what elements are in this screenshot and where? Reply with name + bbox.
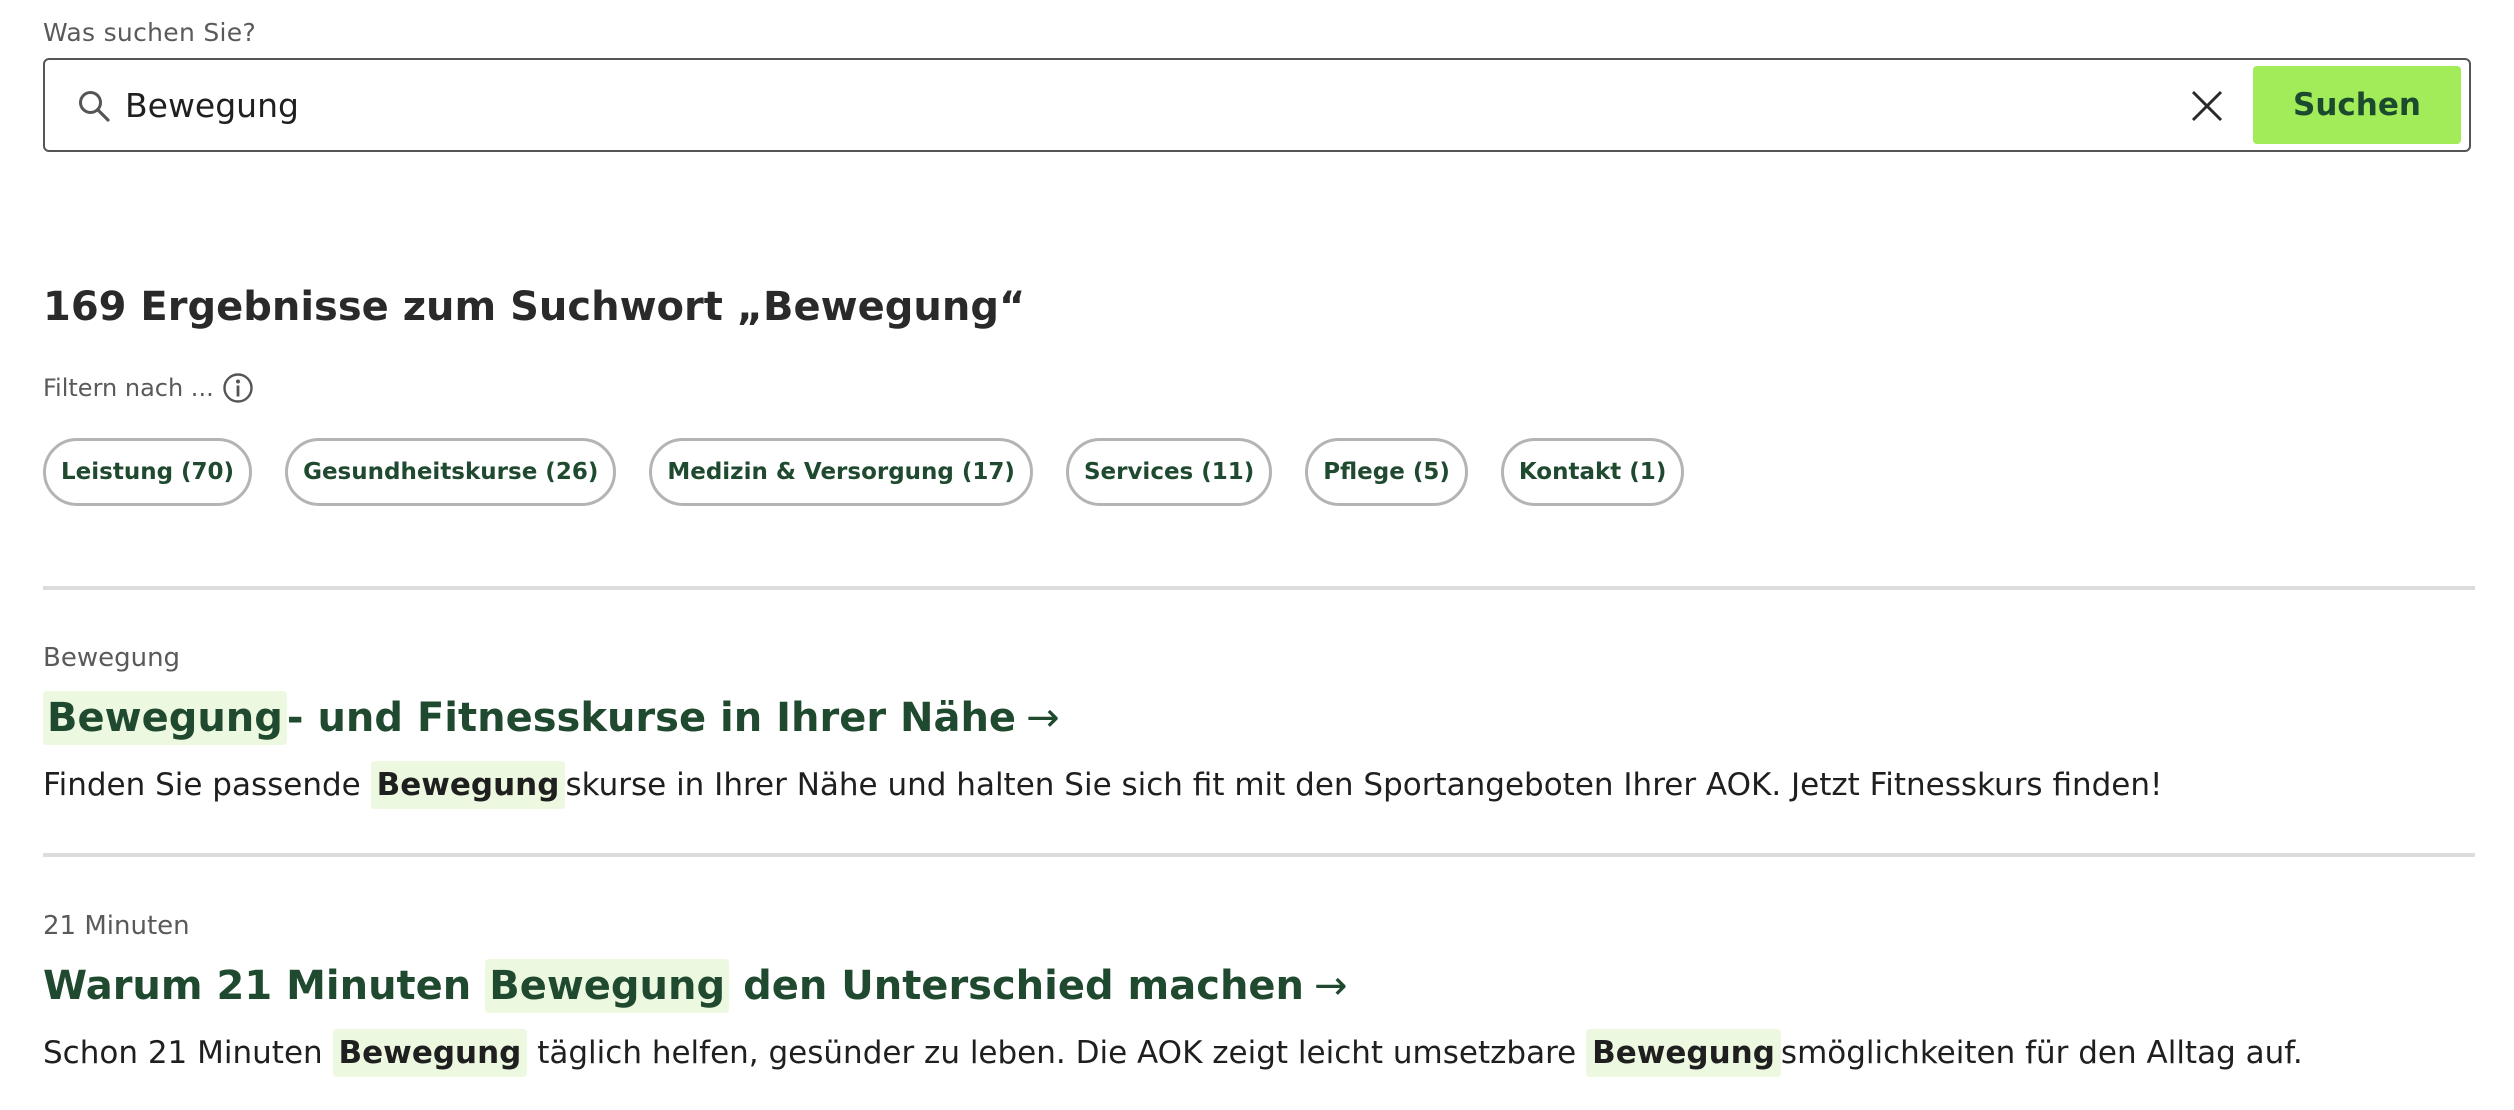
- desc-text: Schon 21 Minuten: [43, 1035, 333, 1071]
- filter-chip-medizin-versorgung[interactable]: Medizin & Versorgung (17): [649, 438, 1033, 506]
- filter-chip-leistung[interactable]: Leistung (70): [43, 438, 253, 506]
- title-text: - und Fitnesskurse in Ihrer Nähe: [286, 695, 1017, 741]
- result-item: 21 Minuten Warum 21 Minuten Bewegung den…: [43, 909, 2475, 1079]
- result-title-link[interactable]: Warum 21 Minuten Bewegung den Unterschie…: [43, 953, 2475, 1019]
- search-icon: [79, 91, 110, 122]
- filter-chip-kontakt[interactable]: Kontakt (1): [1500, 438, 1685, 506]
- search-submit-button[interactable]: Suchen: [2253, 66, 2461, 144]
- results-heading: 169 Ergebnisse zum Suchwort „Bewegung“: [43, 284, 1026, 330]
- filter-chip-list: Leistung (70) Gesundheitskurse (26) Medi…: [43, 438, 1717, 506]
- results-divider: [43, 853, 2475, 857]
- result-description: Schon 21 Minuten Bewegung täglich helfen…: [43, 1027, 2475, 1079]
- desc-highlight: Bewegung: [370, 761, 566, 809]
- search-label: Was suchen Sie?: [43, 18, 257, 47]
- filter-chip-gesundheitskurse[interactable]: Gesundheitskurse (26): [285, 438, 617, 506]
- arrow-right-icon: →: [1314, 963, 1348, 1009]
- result-item: Bewegung Bewegung - und Fitnesskurse in I…: [43, 641, 2475, 811]
- result-category: Bewegung: [43, 643, 181, 673]
- close-icon[interactable]: [2187, 86, 2227, 126]
- result-category: 21 Minuten: [43, 911, 190, 941]
- search-input[interactable]: [125, 76, 2165, 134]
- filter-chip-services[interactable]: Services (11): [1065, 438, 1273, 506]
- result-description: Finden Sie passende Bewegung skurse in Ih…: [43, 759, 2475, 811]
- desc-text: smöglichkeiten für den Alltag auf.: [1780, 1035, 2303, 1071]
- desc-text: täglich helfen, gesünder zu leben. Die A…: [527, 1035, 1587, 1071]
- filter-label: Filtern nach ...: [43, 374, 214, 402]
- search-box: Suchen: [43, 58, 2471, 152]
- title-text: den Unterschied machen: [729, 963, 1305, 1009]
- filter-label-row: Filtern nach ...: [43, 372, 254, 404]
- desc-highlight: Bewegung: [1586, 1029, 1781, 1077]
- title-text: Warum 21 Minuten: [43, 963, 486, 1009]
- arrow-right-icon: →: [1026, 695, 1060, 741]
- title-highlight: Bewegung: [43, 691, 287, 745]
- desc-highlight: Bewegung: [332, 1029, 528, 1077]
- info-icon[interactable]: [222, 372, 254, 404]
- filter-chip-pflege[interactable]: Pflege (5): [1305, 438, 1468, 506]
- desc-text: Finden Sie passende: [43, 767, 371, 803]
- result-title-link[interactable]: Bewegung - und Fitnesskurse in Ihrer Nähe…: [43, 685, 2475, 751]
- results-divider: [43, 586, 2475, 590]
- title-highlight: Bewegung: [485, 959, 730, 1013]
- desc-text: skurse in Ihrer Nähe und halten Sie sich…: [565, 767, 2163, 803]
